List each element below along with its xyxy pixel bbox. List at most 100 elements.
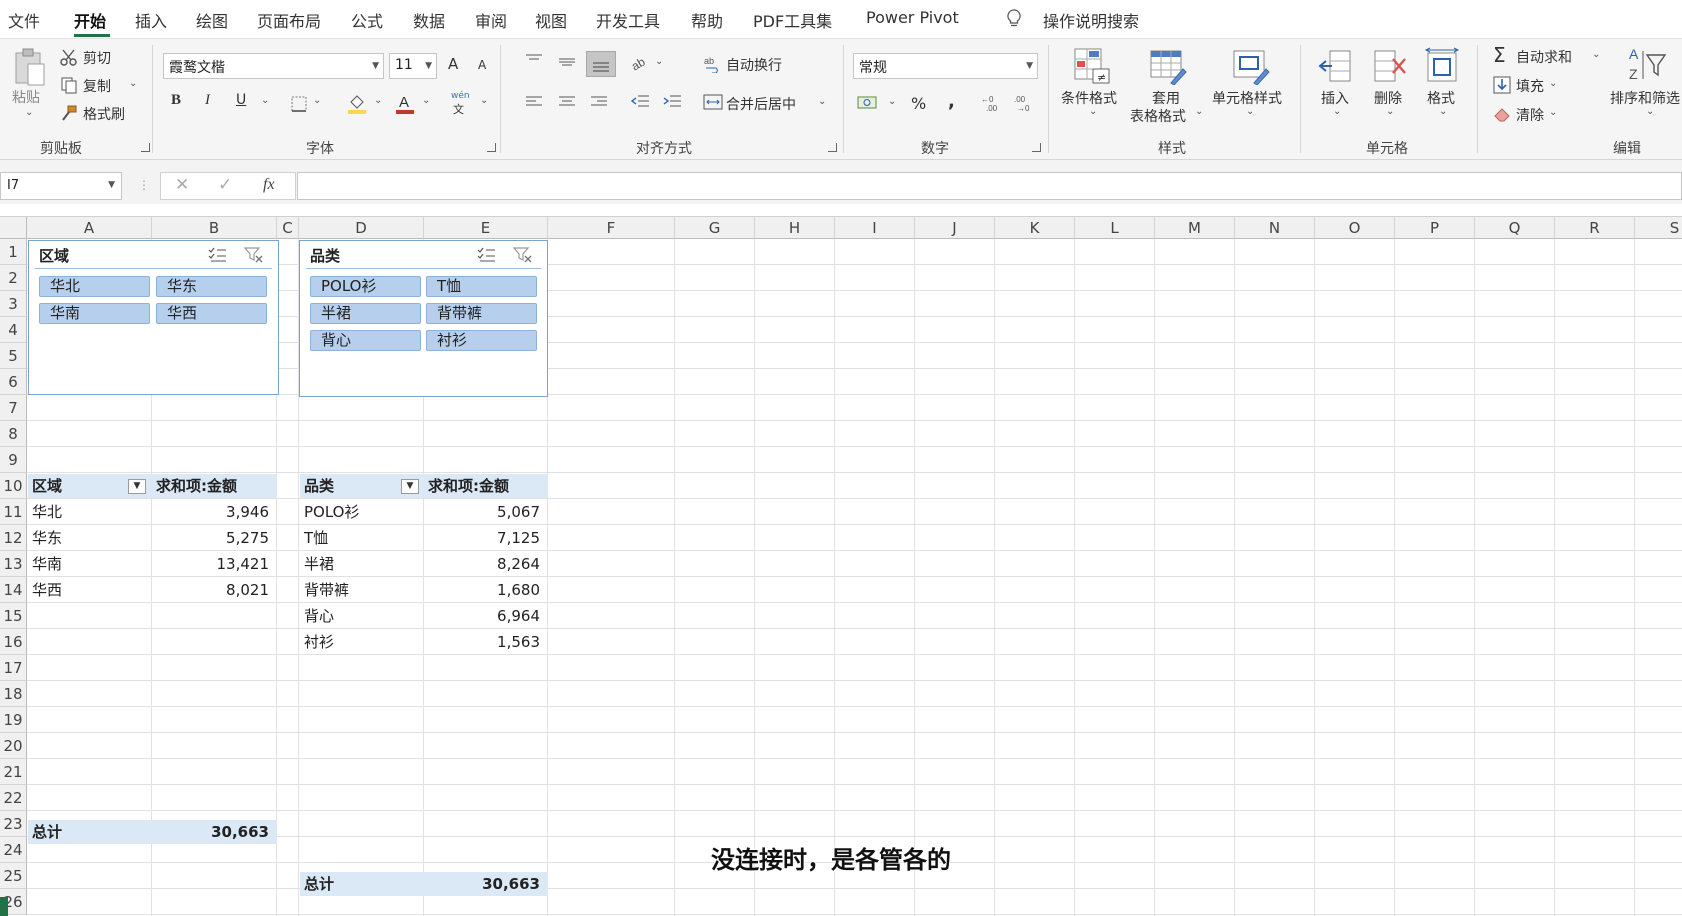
column-header[interactable]: J bbox=[915, 217, 995, 239]
pivot-row-value[interactable]: 3,946 bbox=[152, 500, 277, 524]
format-cells-icon[interactable] bbox=[1424, 47, 1460, 85]
row-header[interactable]: 23 bbox=[0, 811, 27, 837]
merge-center-icon[interactable] bbox=[703, 94, 723, 110]
column-header[interactable]: G bbox=[675, 217, 755, 239]
clear-button[interactable]: 清除 bbox=[1516, 105, 1544, 125]
paste-button[interactable]: 粘贴 bbox=[12, 87, 40, 107]
align-left-icon[interactable] bbox=[525, 95, 543, 109]
merge-dropdown-icon[interactable]: ⌄ bbox=[818, 96, 826, 107]
column-header[interactable]: A bbox=[27, 217, 152, 239]
number-launcher-icon[interactable] bbox=[1032, 143, 1041, 152]
row-header[interactable]: 17 bbox=[0, 655, 27, 681]
row-header[interactable]: 12 bbox=[0, 525, 27, 551]
slicer-item[interactable]: 华北 bbox=[39, 276, 150, 297]
conditional-formatting-icon[interactable]: ≠ bbox=[1073, 47, 1111, 85]
slicer-item[interactable]: 华南 bbox=[39, 303, 150, 324]
wrap-text-icon[interactable]: ab bbox=[704, 55, 722, 73]
row-header[interactable]: 20 bbox=[0, 733, 27, 759]
column-header[interactable]: M bbox=[1155, 217, 1235, 239]
accounting-format-icon[interactable] bbox=[857, 94, 879, 112]
clear-filter-icon[interactable] bbox=[513, 246, 533, 264]
row-header[interactable]: 16 bbox=[0, 629, 27, 655]
insert-cells-icon[interactable] bbox=[1318, 47, 1354, 85]
row-header[interactable]: 3 bbox=[0, 291, 27, 317]
increase-indent-icon[interactable] bbox=[662, 94, 682, 110]
tab-file[interactable]: 文件 bbox=[8, 8, 40, 32]
pivot-row-value[interactable]: 5,275 bbox=[152, 526, 277, 550]
underline-button[interactable]: U bbox=[236, 92, 246, 108]
slicer-item[interactable]: 衬衫 bbox=[426, 330, 537, 351]
eraser-icon[interactable] bbox=[1493, 105, 1511, 123]
slicer-item[interactable]: 背心 bbox=[310, 330, 421, 351]
clear-filter-icon[interactable] bbox=[244, 246, 264, 264]
format-painter-icon[interactable] bbox=[60, 104, 78, 122]
decrease-decimal-icon[interactable]: .00 →0 bbox=[1012, 94, 1034, 112]
column-header[interactable]: C bbox=[277, 217, 299, 239]
phonetic-guide-pinyin[interactable]: wén bbox=[451, 91, 470, 101]
tab-home[interactable]: 开始 bbox=[74, 8, 106, 32]
row-header[interactable]: 8 bbox=[0, 421, 27, 447]
slicer-item[interactable]: 华西 bbox=[156, 303, 267, 324]
row-header[interactable]: 19 bbox=[0, 707, 27, 733]
row-header[interactable]: 22 bbox=[0, 785, 27, 811]
tell-me-search[interactable]: 操作说明搜索 bbox=[1043, 8, 1139, 32]
tab-review[interactable]: 审阅 bbox=[475, 8, 507, 32]
column-header[interactable]: E bbox=[424, 217, 548, 239]
name-box[interactable]: I7 ▼ bbox=[0, 172, 122, 200]
filter-dropdown-icon[interactable]: ▼ bbox=[128, 479, 146, 494]
row-header[interactable]: 24 bbox=[0, 837, 27, 863]
comma-style-button[interactable]: , bbox=[948, 91, 955, 112]
pivot-row-value[interactable]: 7,125 bbox=[424, 526, 548, 550]
format-as-table-line1[interactable]: 套用 bbox=[1152, 88, 1180, 108]
alignment-launcher-icon[interactable] bbox=[828, 143, 837, 152]
fill-dropdown-icon[interactable]: ⌄ bbox=[1549, 78, 1557, 89]
tab-data[interactable]: 数据 bbox=[413, 8, 445, 32]
row-header[interactable]: 4 bbox=[0, 317, 27, 343]
pivot-row-label[interactable]: 华东 bbox=[28, 526, 152, 550]
tab-help[interactable]: 帮助 bbox=[691, 8, 723, 32]
italic-button[interactable]: I bbox=[205, 92, 210, 109]
clipboard-launcher-icon[interactable] bbox=[141, 143, 150, 152]
column-header[interactable]: L bbox=[1075, 217, 1155, 239]
delete-cells-icon[interactable] bbox=[1371, 47, 1407, 85]
pivot-header-label[interactable]: 品类 ▼ bbox=[300, 474, 424, 498]
paste-icon[interactable] bbox=[12, 47, 48, 89]
pivot-row-value[interactable]: 8,021 bbox=[152, 578, 277, 602]
row-header[interactable]: 1 bbox=[0, 239, 27, 265]
bold-button[interactable]: B bbox=[171, 92, 181, 109]
copy-button[interactable]: 复制 bbox=[83, 76, 111, 96]
column-header[interactable]: R bbox=[1555, 217, 1635, 239]
paste-dropdown-icon[interactable]: ⌄ bbox=[25, 107, 33, 118]
fill-button[interactable]: 填充 bbox=[1516, 76, 1544, 96]
borders-icon[interactable] bbox=[290, 95, 308, 113]
copy-icon[interactable] bbox=[60, 76, 78, 94]
format-as-table-icon[interactable] bbox=[1149, 47, 1187, 85]
tab-power-pivot[interactable]: Power Pivot bbox=[866, 8, 959, 27]
fill-color-icon[interactable] bbox=[346, 92, 368, 114]
percent-style-button[interactable]: % bbox=[911, 94, 926, 113]
pivot-row-value[interactable]: 5,067 bbox=[424, 500, 548, 524]
align-center-icon[interactable] bbox=[558, 95, 576, 109]
tab-insert[interactable]: 插入 bbox=[135, 8, 167, 32]
cancel-icon[interactable]: ✕ bbox=[175, 175, 189, 195]
row-header[interactable]: 7 bbox=[0, 395, 27, 421]
pivot-row-label[interactable]: T恤 bbox=[300, 526, 424, 550]
decrease-indent-icon[interactable] bbox=[630, 94, 650, 110]
align-middle-icon[interactable] bbox=[558, 55, 576, 69]
column-header[interactable]: F bbox=[548, 217, 675, 239]
row-header[interactable]: 11 bbox=[0, 499, 27, 525]
conditional-formatting-button[interactable]: 条件格式 bbox=[1061, 88, 1117, 108]
row-header[interactable]: 15 bbox=[0, 603, 27, 629]
number-format-combo[interactable]: 常规 ▼ bbox=[853, 53, 1038, 79]
slicer-item[interactable]: T恤 bbox=[426, 276, 537, 297]
row-header[interactable]: 25 bbox=[0, 863, 27, 889]
column-header[interactable]: I bbox=[835, 217, 915, 239]
slicer-item[interactable]: POLO衫 bbox=[310, 276, 421, 297]
font-color-dropdown-icon[interactable]: ⌄ bbox=[422, 95, 430, 106]
insert-cells-button[interactable]: 插入 bbox=[1321, 88, 1349, 108]
sort-filter-button[interactable]: 排序和筛选 bbox=[1610, 88, 1680, 108]
column-header[interactable]: B bbox=[152, 217, 277, 239]
merge-center-button[interactable]: 合并后居中 bbox=[726, 94, 796, 114]
autosum-dropdown-icon[interactable]: ⌄ bbox=[1592, 49, 1600, 60]
enter-icon[interactable]: ✓ bbox=[218, 175, 232, 195]
